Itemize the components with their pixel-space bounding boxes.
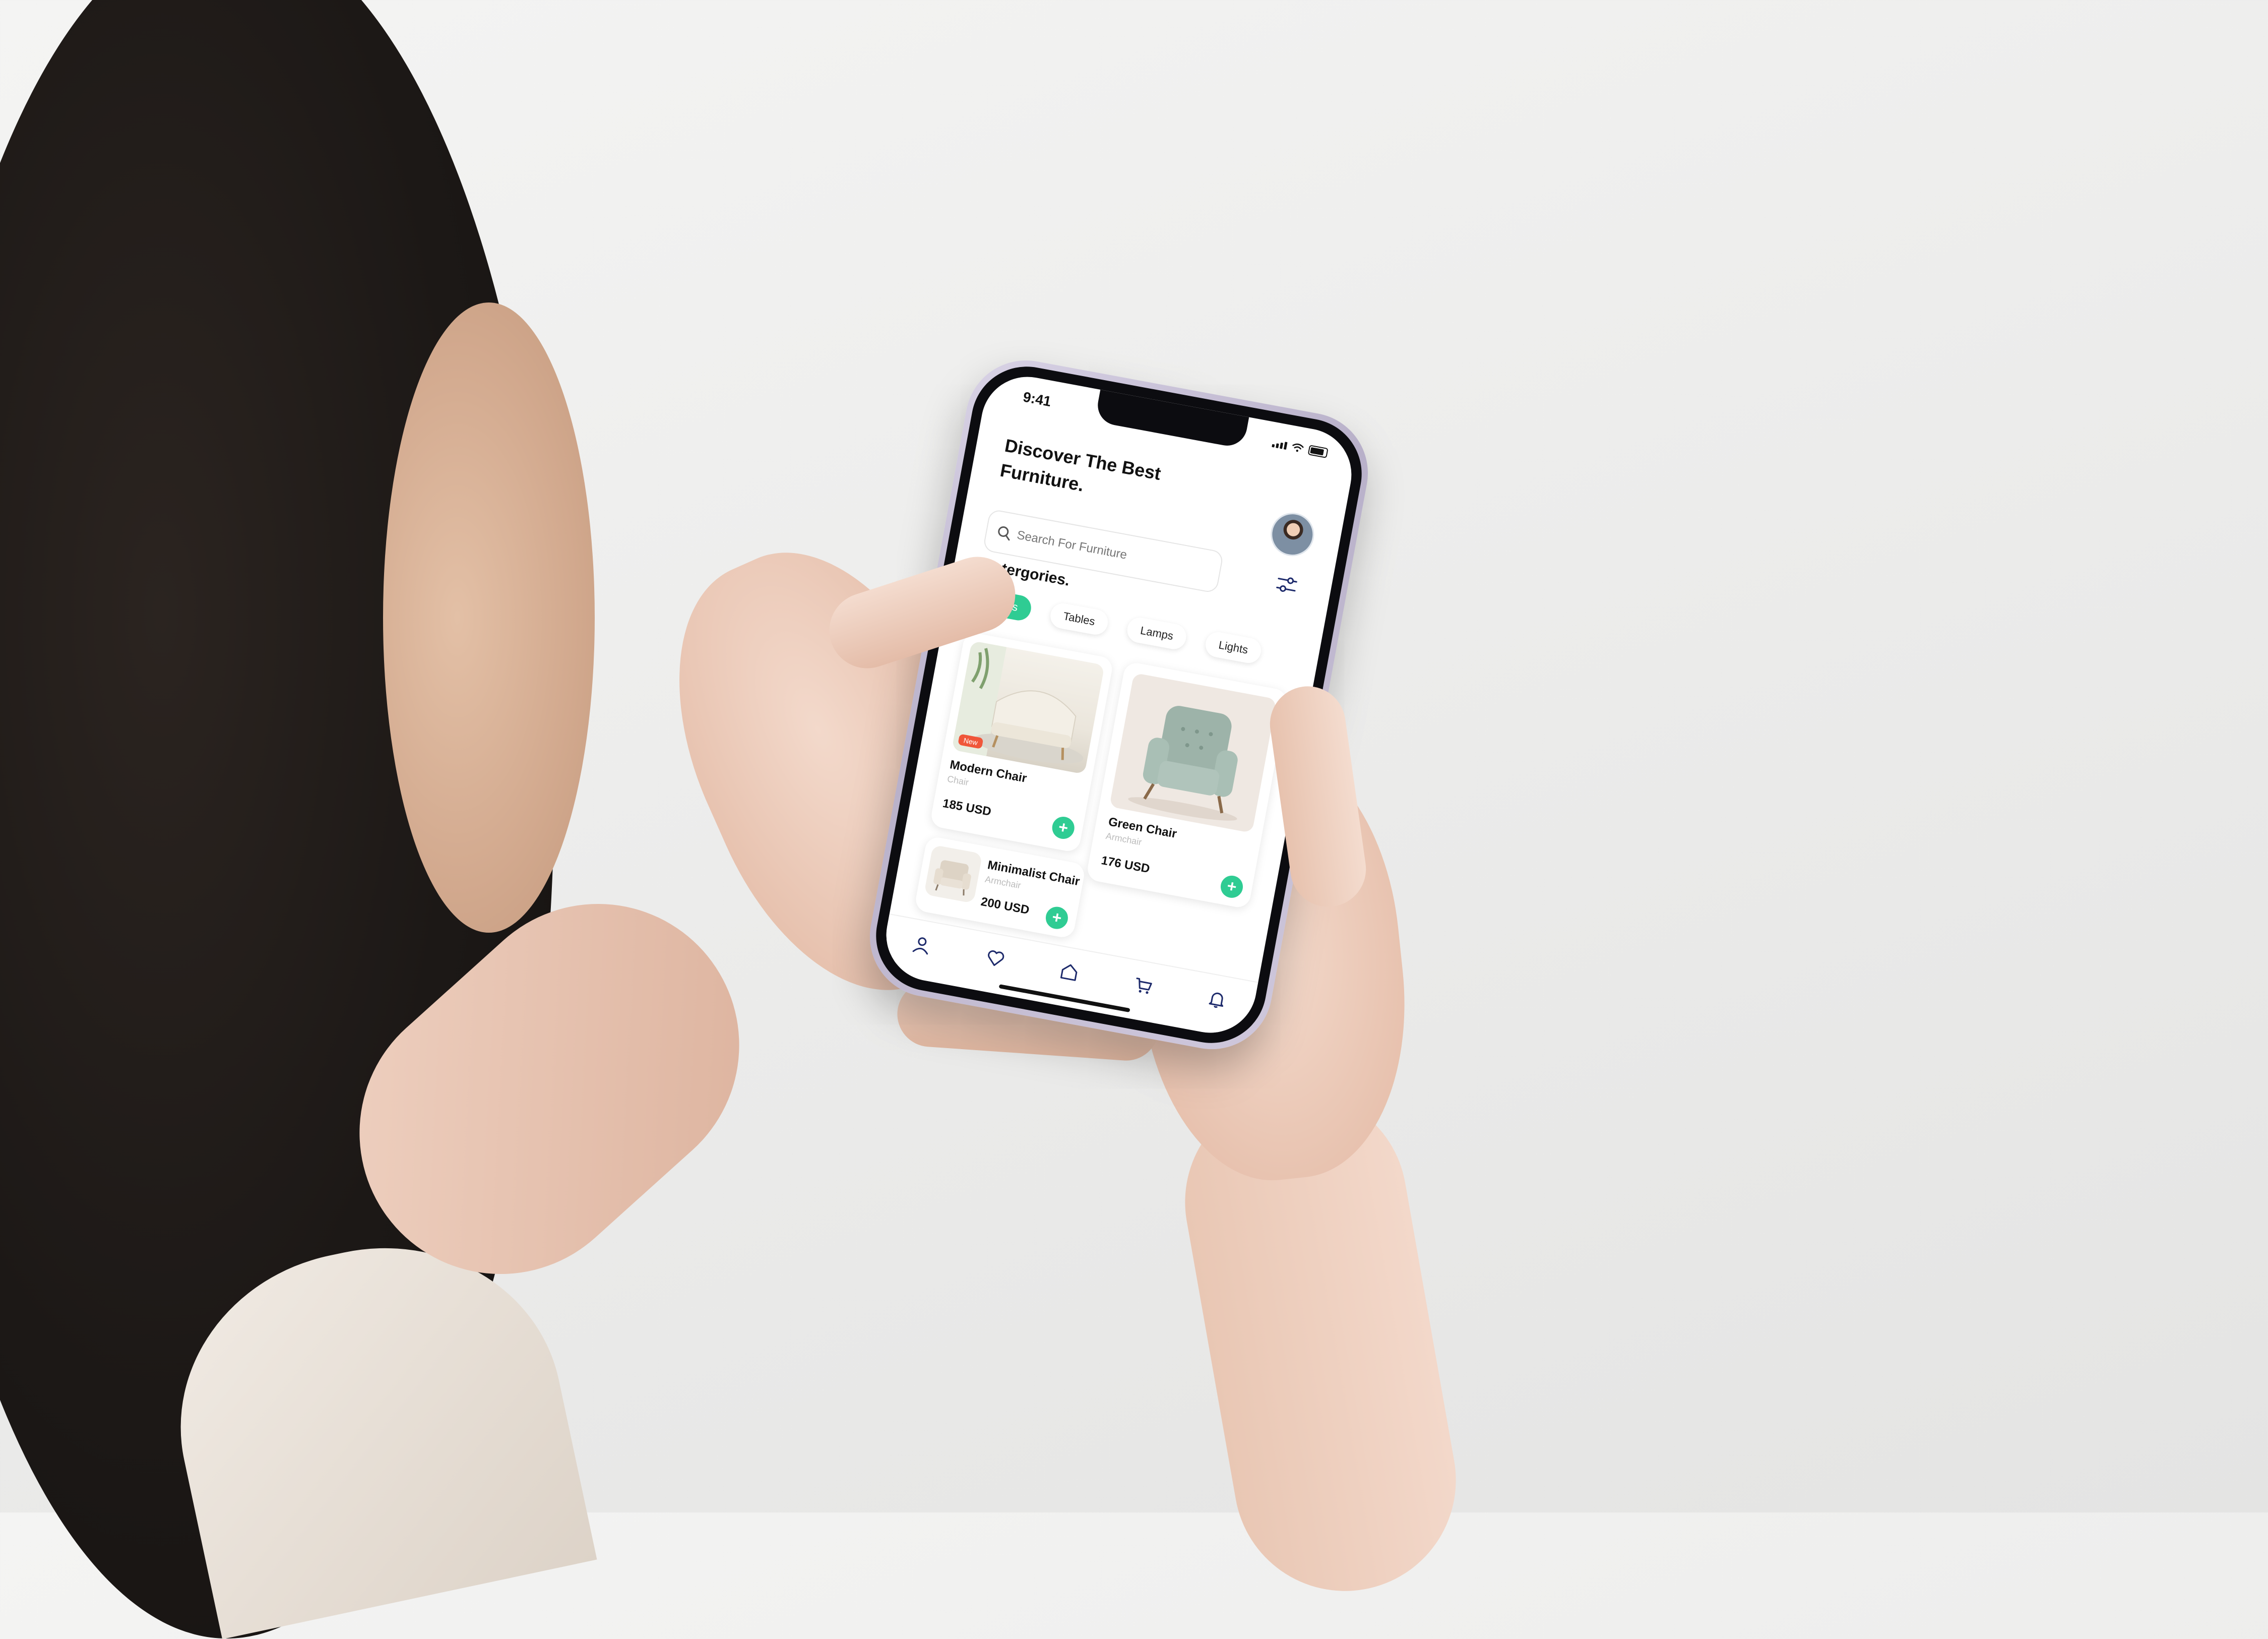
search-icon <box>998 526 1010 541</box>
beige-armchair-icon <box>933 860 971 896</box>
cart-icon[interactable] <box>1131 974 1155 998</box>
bell-icon[interactable] <box>1205 988 1229 1011</box>
battery-icon <box>1307 445 1329 458</box>
add-to-cart-button[interactable]: + <box>1044 905 1070 931</box>
home-icon[interactable] <box>1057 960 1081 984</box>
heart-icon[interactable] <box>984 947 1007 970</box>
cream-sofa-chair-icon <box>952 640 1084 764</box>
status-icons <box>1272 438 1329 458</box>
page-title: Discover The Best Furniture. <box>998 435 1163 496</box>
product-image-minimalist-chair <box>924 844 983 903</box>
status-time: 9:41 <box>1022 389 1053 410</box>
chip-lights[interactable]: Lights <box>1204 630 1264 665</box>
person-cheek <box>383 302 595 933</box>
profile-icon[interactable] <box>910 933 934 956</box>
add-to-cart-button[interactable]: + <box>1050 815 1077 841</box>
product-price: 185 USD <box>941 796 992 819</box>
add-to-cart-button[interactable]: + <box>1219 874 1245 900</box>
photo-scene: 9:41 Discover The Best Furniture. Search… <box>0 0 2268 1639</box>
search-input[interactable] <box>1015 527 1183 573</box>
chip-lamps[interactable]: Lamps <box>1125 616 1188 651</box>
chip-tables[interactable]: Tables <box>1048 601 1110 637</box>
signal-icon <box>1272 439 1288 450</box>
avatar[interactable] <box>1267 509 1318 560</box>
product-price: 200 USD <box>979 894 1031 918</box>
product-price: 176 USD <box>1100 854 1151 876</box>
product-card-green-chair[interactable]: Green Chair Armchair 176 USD + <box>1085 661 1289 909</box>
search-bar[interactable] <box>982 508 1224 594</box>
green-armchair-icon <box>1128 706 1238 821</box>
product-image-green-chair <box>1109 673 1277 833</box>
product-card-modern-chair[interactable]: New Modern Chair Chair 185 USD + <box>929 631 1114 854</box>
product-image-modern-chair: New <box>952 640 1105 774</box>
wifi-icon <box>1292 443 1304 452</box>
filter-icon[interactable] <box>1272 570 1302 600</box>
product-subtitle: Chair <box>946 773 970 788</box>
